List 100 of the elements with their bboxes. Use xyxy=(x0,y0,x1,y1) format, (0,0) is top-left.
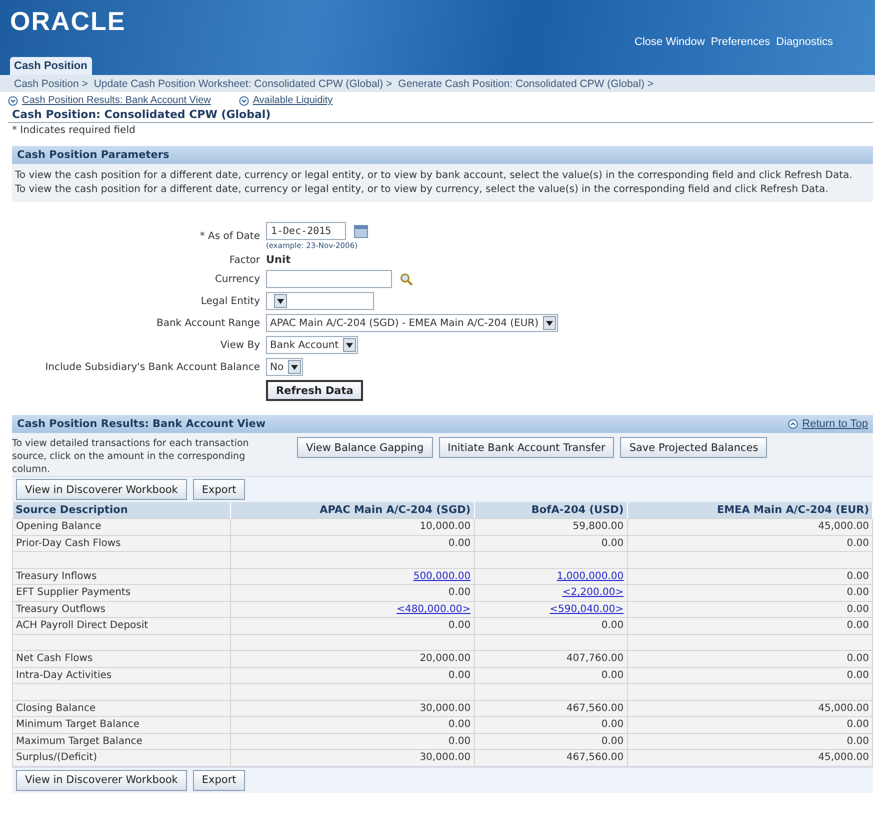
table-cell: 0.00 xyxy=(474,716,628,733)
table-cell: 30,000.00 xyxy=(230,750,474,766)
table-cell: 0.00 xyxy=(474,733,628,750)
required-note: * Indicates required field xyxy=(11,124,136,138)
quick-link[interactable]: Available Liquidity xyxy=(238,95,333,106)
chevron-down-icon xyxy=(8,96,18,106)
table-cell: Opening Balance xyxy=(12,518,230,535)
calendar-icon[interactable] xyxy=(354,224,368,238)
table-cell: Maximum Target Balance xyxy=(12,733,230,750)
header-link[interactable]: Diagnostics xyxy=(776,36,833,48)
table-cell: Prior-Day Cash Flows xyxy=(12,535,230,552)
table-cell: 0.00 xyxy=(230,667,474,684)
table-button[interactable]: Export xyxy=(192,479,246,500)
amount-link[interactable]: <2,200.00> xyxy=(562,587,624,598)
table-cell: 0.00 xyxy=(627,667,872,684)
table-cell: 0.00 xyxy=(230,584,474,601)
column-header: APAC Main A/C-204 (SGD) xyxy=(230,502,474,518)
dropdown-button[interactable] xyxy=(342,338,356,352)
table-cell: Surplus/(Deficit) xyxy=(12,750,230,766)
table-cell: 45,000.00 xyxy=(627,700,872,716)
chevron-up-icon xyxy=(788,419,798,429)
table-cell: Treasury Outflows xyxy=(12,601,230,618)
table-cell: 10,000.00 xyxy=(230,518,474,535)
table-cell: 0.00 xyxy=(627,568,872,584)
table-cell: 467,560.00 xyxy=(474,700,628,716)
table-cell: 0.00 xyxy=(230,716,474,733)
section-title: Cash Position Parameters xyxy=(17,149,170,161)
dropdown-button[interactable] xyxy=(288,360,301,374)
table-cell: 0.00 xyxy=(230,733,474,750)
page-title: Cash Position: Consolidated CPW (Global) xyxy=(8,106,873,123)
search-icon[interactable] xyxy=(400,272,413,286)
dropdown-button[interactable] xyxy=(274,294,287,308)
instruction-text: To view detailed transactions for each transaction source, click on the amount in the corresponding column. xyxy=(12,437,250,476)
column-header: BofA-204 (USD) xyxy=(474,502,628,518)
table-cell: Closing Balance xyxy=(12,700,230,716)
field-label: Include Subsidiary's Bank Account Balance xyxy=(44,362,260,372)
breadcrumb-link[interactable]: Generate Cash Position: Consolidated CPW (Global) > xyxy=(398,78,654,89)
table-cell: Intra-Day Activities xyxy=(12,667,230,684)
action-button[interactable]: View Balance Gapping xyxy=(297,437,433,458)
table-cell: 0.00 xyxy=(627,535,872,552)
column-header: EMEA Main A/C-204 (EUR) xyxy=(627,502,872,518)
table-cell: 0.00 xyxy=(474,667,628,684)
header-link[interactable]: Preferences xyxy=(710,36,770,48)
select-field[interactable]: Bank Account xyxy=(266,336,358,354)
table-button[interactable]: View in Discoverer Workbook xyxy=(16,770,187,790)
select-field[interactable]: No xyxy=(266,358,303,376)
field-label: Currency xyxy=(214,274,260,284)
table-cell: 30,000.00 xyxy=(230,700,474,716)
instruction-text: To view the cash position for a different date, currency or legal entity, or to view by currency, select the value(s) in the corresponding field and click Refresh Data. xyxy=(15,183,830,197)
quick-link[interactable]: Cash Position Results: Bank Account View xyxy=(8,95,211,106)
table-cell: 0.00 xyxy=(474,618,628,634)
dropdown-button[interactable] xyxy=(542,316,556,330)
refresh-button[interactable]: Refresh Data xyxy=(266,380,364,401)
table-cell: 407,760.00 xyxy=(474,650,628,667)
field-label: * As of Date xyxy=(198,230,260,242)
table-cell: 0.00 xyxy=(230,618,474,634)
breadcrumb-link[interactable]: Update Cash Position Worksheet: Consolidated CPW (Global) > xyxy=(94,78,392,89)
header-link[interactable]: Close Window xyxy=(634,36,705,48)
field-label: Bank Account Range xyxy=(155,318,260,328)
tab[interactable]: Cash Position xyxy=(10,57,92,75)
amount-link[interactable]: 500,000.00 xyxy=(413,570,471,582)
table-cell: 467,560.00 xyxy=(474,750,628,766)
column-header: Source Description xyxy=(12,502,230,518)
caret-icon xyxy=(346,342,353,348)
table-button[interactable]: View in Discoverer Workbook xyxy=(16,479,187,500)
table-cell: 45,000.00 xyxy=(627,518,872,535)
section-title: Cash Position Results: Bank Account View xyxy=(17,418,266,430)
caret-icon xyxy=(277,298,284,304)
table-button[interactable]: Export xyxy=(192,770,246,790)
date-field[interactable]: 1-Dec-2015 xyxy=(266,222,346,240)
table-cell: 0.00 xyxy=(474,535,628,552)
field-label: Factor xyxy=(228,254,260,266)
select-field[interactable]: APAC Main A/C-204 (SGD) - EMEA Main A/C-204 (EUR) xyxy=(266,314,558,332)
field-label: View By xyxy=(219,340,260,350)
amount-link[interactable]: 1,000,000.00 xyxy=(556,570,624,582)
action-button[interactable]: Initiate Bank Account Transfer xyxy=(438,437,614,458)
table-cell: 0.00 xyxy=(627,733,872,750)
action-button[interactable]: Save Projected Balances xyxy=(620,437,768,458)
amount-link[interactable]: <590,040.00> xyxy=(550,604,624,615)
table-cell: 0.00 xyxy=(627,716,872,733)
currency-field[interactable] xyxy=(266,270,392,288)
table-cell: 45,000.00 xyxy=(627,750,872,766)
select-field[interactable] xyxy=(266,292,374,310)
breadcrumb-link[interactable]: Cash Position > xyxy=(14,78,88,89)
table-cell: 0.00 xyxy=(627,650,872,667)
table-cell: 0.00 xyxy=(230,535,474,552)
table-cell: EFT Supplier Payments xyxy=(12,584,230,601)
table-cell: 0.00 xyxy=(627,601,872,618)
logo: ORACLE xyxy=(10,8,126,34)
caret-icon xyxy=(546,320,553,326)
table-cell: 0.00 xyxy=(627,584,872,601)
table-cell: 20,000.00 xyxy=(230,650,474,667)
caret-icon xyxy=(290,364,298,370)
instruction-text: To view the cash position for a different date, currency or legal entity, or to view by bank account, select the value(s) in the corresponding field and click Refresh Data. xyxy=(15,169,854,183)
table-cell: 0.00 xyxy=(627,618,872,634)
table-cell: ACH Payroll Direct Deposit xyxy=(12,618,230,634)
chevron-down-icon xyxy=(238,96,249,106)
amount-link[interactable]: <480,000.00> xyxy=(396,604,471,615)
field-label: Legal Entity xyxy=(200,296,260,306)
return-link[interactable]: Return to Top xyxy=(788,418,868,430)
